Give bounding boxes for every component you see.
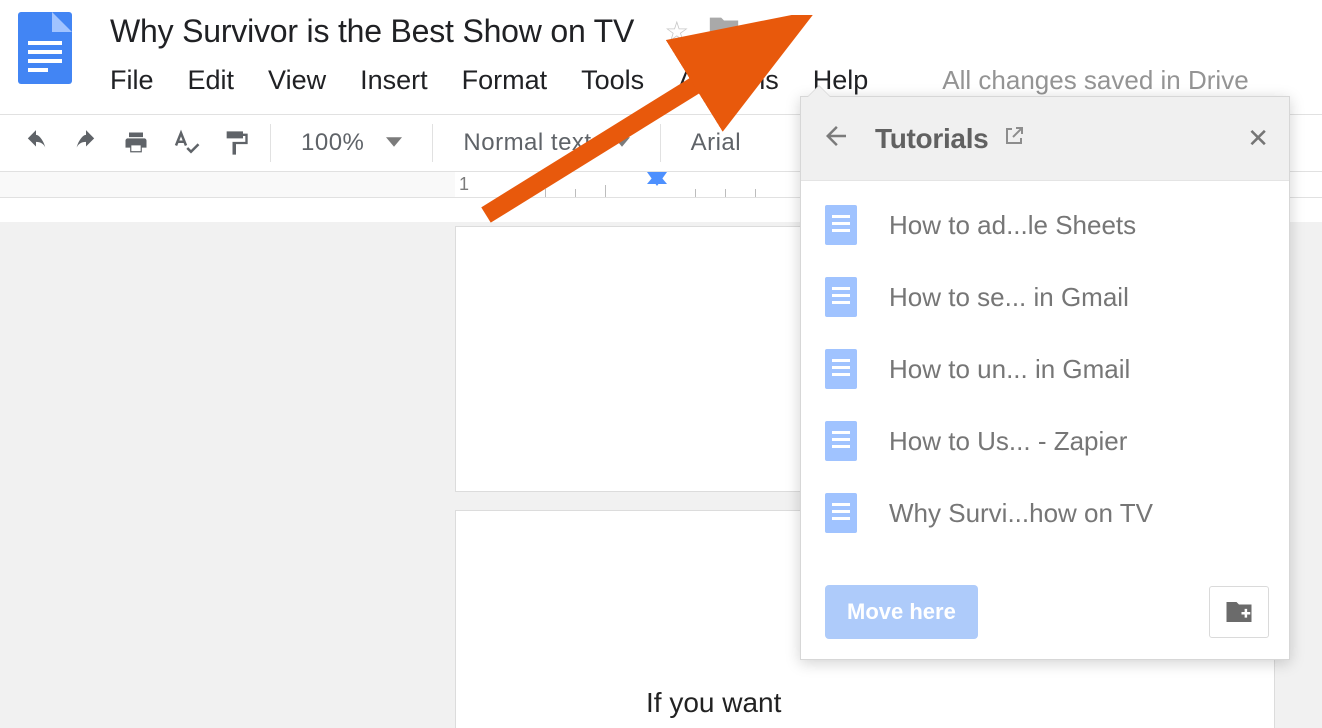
doc-icon <box>825 349 857 389</box>
open-in-new-icon[interactable] <box>1002 124 1026 153</box>
picker-item[interactable]: How to Us... - Zapier <box>801 405 1289 477</box>
redo-button[interactable] <box>64 121 108 165</box>
menu-bar: File Edit View Insert Format Tools Add-o… <box>110 65 1249 96</box>
font-value: Arial <box>691 129 742 157</box>
menu-tools[interactable]: Tools <box>581 65 644 96</box>
menu-format[interactable]: Format <box>462 65 548 96</box>
doc-icon <box>825 421 857 461</box>
picker-item[interactable]: How to se... in Gmail <box>801 261 1289 333</box>
doc-icon <box>825 277 857 317</box>
picker-item-label: How to ad...le Sheets <box>889 210 1136 241</box>
picker-item-label: How to un... in Gmail <box>889 354 1130 385</box>
new-folder-button[interactable] <box>1209 586 1269 638</box>
picker-item[interactable]: Why Survi...how on TV <box>801 477 1289 549</box>
menu-addons[interactable]: Add-ons <box>678 65 779 96</box>
chevron-down-icon <box>614 129 630 157</box>
star-icon[interactable]: ☆ <box>664 15 689 48</box>
undo-button[interactable] <box>14 121 58 165</box>
save-status: All changes saved in Drive <box>942 65 1248 96</box>
left-indent-marker[interactable] <box>647 172 667 184</box>
zoom-select[interactable]: 100% <box>283 121 420 165</box>
picker-header: Tutorials ✕ <box>801 97 1289 181</box>
print-button[interactable] <box>114 121 158 165</box>
toolbar-separator <box>432 124 433 162</box>
menu-file[interactable]: File <box>110 65 154 96</box>
document-title[interactable]: Why Survivor is the Best Show on TV <box>110 13 634 50</box>
paint-format-button[interactable] <box>214 121 258 165</box>
back-icon[interactable] <box>821 121 851 156</box>
picker-folder-title: Tutorials <box>875 123 988 155</box>
menu-insert[interactable]: Insert <box>360 65 428 96</box>
picker-item[interactable]: How to ad...le Sheets <box>801 189 1289 261</box>
folder-picker-popup: Tutorials ✕ How to ad...le Sheets How to… <box>800 96 1290 660</box>
move-to-folder-icon[interactable] <box>707 12 741 51</box>
body-text[interactable]: If you want <box>646 687 781 719</box>
picker-item-label: How to Us... - Zapier <box>889 426 1127 457</box>
picker-item-label: Why Survi...how on TV <box>889 498 1153 529</box>
font-select[interactable]: Arial <box>673 121 760 165</box>
toolbar-separator <box>660 124 661 162</box>
picker-list: How to ad...le Sheets How to se... in Gm… <box>801 181 1289 573</box>
menu-view[interactable]: View <box>268 65 326 96</box>
doc-icon <box>825 205 857 245</box>
paragraph-style-select[interactable]: Normal text <box>445 121 647 165</box>
close-icon[interactable]: ✕ <box>1247 123 1269 154</box>
docs-logo-icon[interactable] <box>18 12 72 84</box>
chevron-down-icon <box>386 129 402 157</box>
style-value: Normal text <box>463 129 591 157</box>
menu-edit[interactable]: Edit <box>188 65 235 96</box>
picker-footer: Move here <box>801 573 1289 659</box>
move-here-button[interactable]: Move here <box>825 585 978 639</box>
toolbar-separator <box>270 124 271 162</box>
app-header: Why Survivor is the Best Show on TV ☆ Fi… <box>0 0 1322 96</box>
ruler-number: 1 <box>459 174 469 195</box>
zoom-value: 100% <box>301 129 364 157</box>
spellcheck-button[interactable] <box>164 121 208 165</box>
picker-item-label: How to se... in Gmail <box>889 282 1129 313</box>
popup-caret <box>807 86 831 98</box>
picker-item[interactable]: How to un... in Gmail <box>801 333 1289 405</box>
doc-icon <box>825 493 857 533</box>
